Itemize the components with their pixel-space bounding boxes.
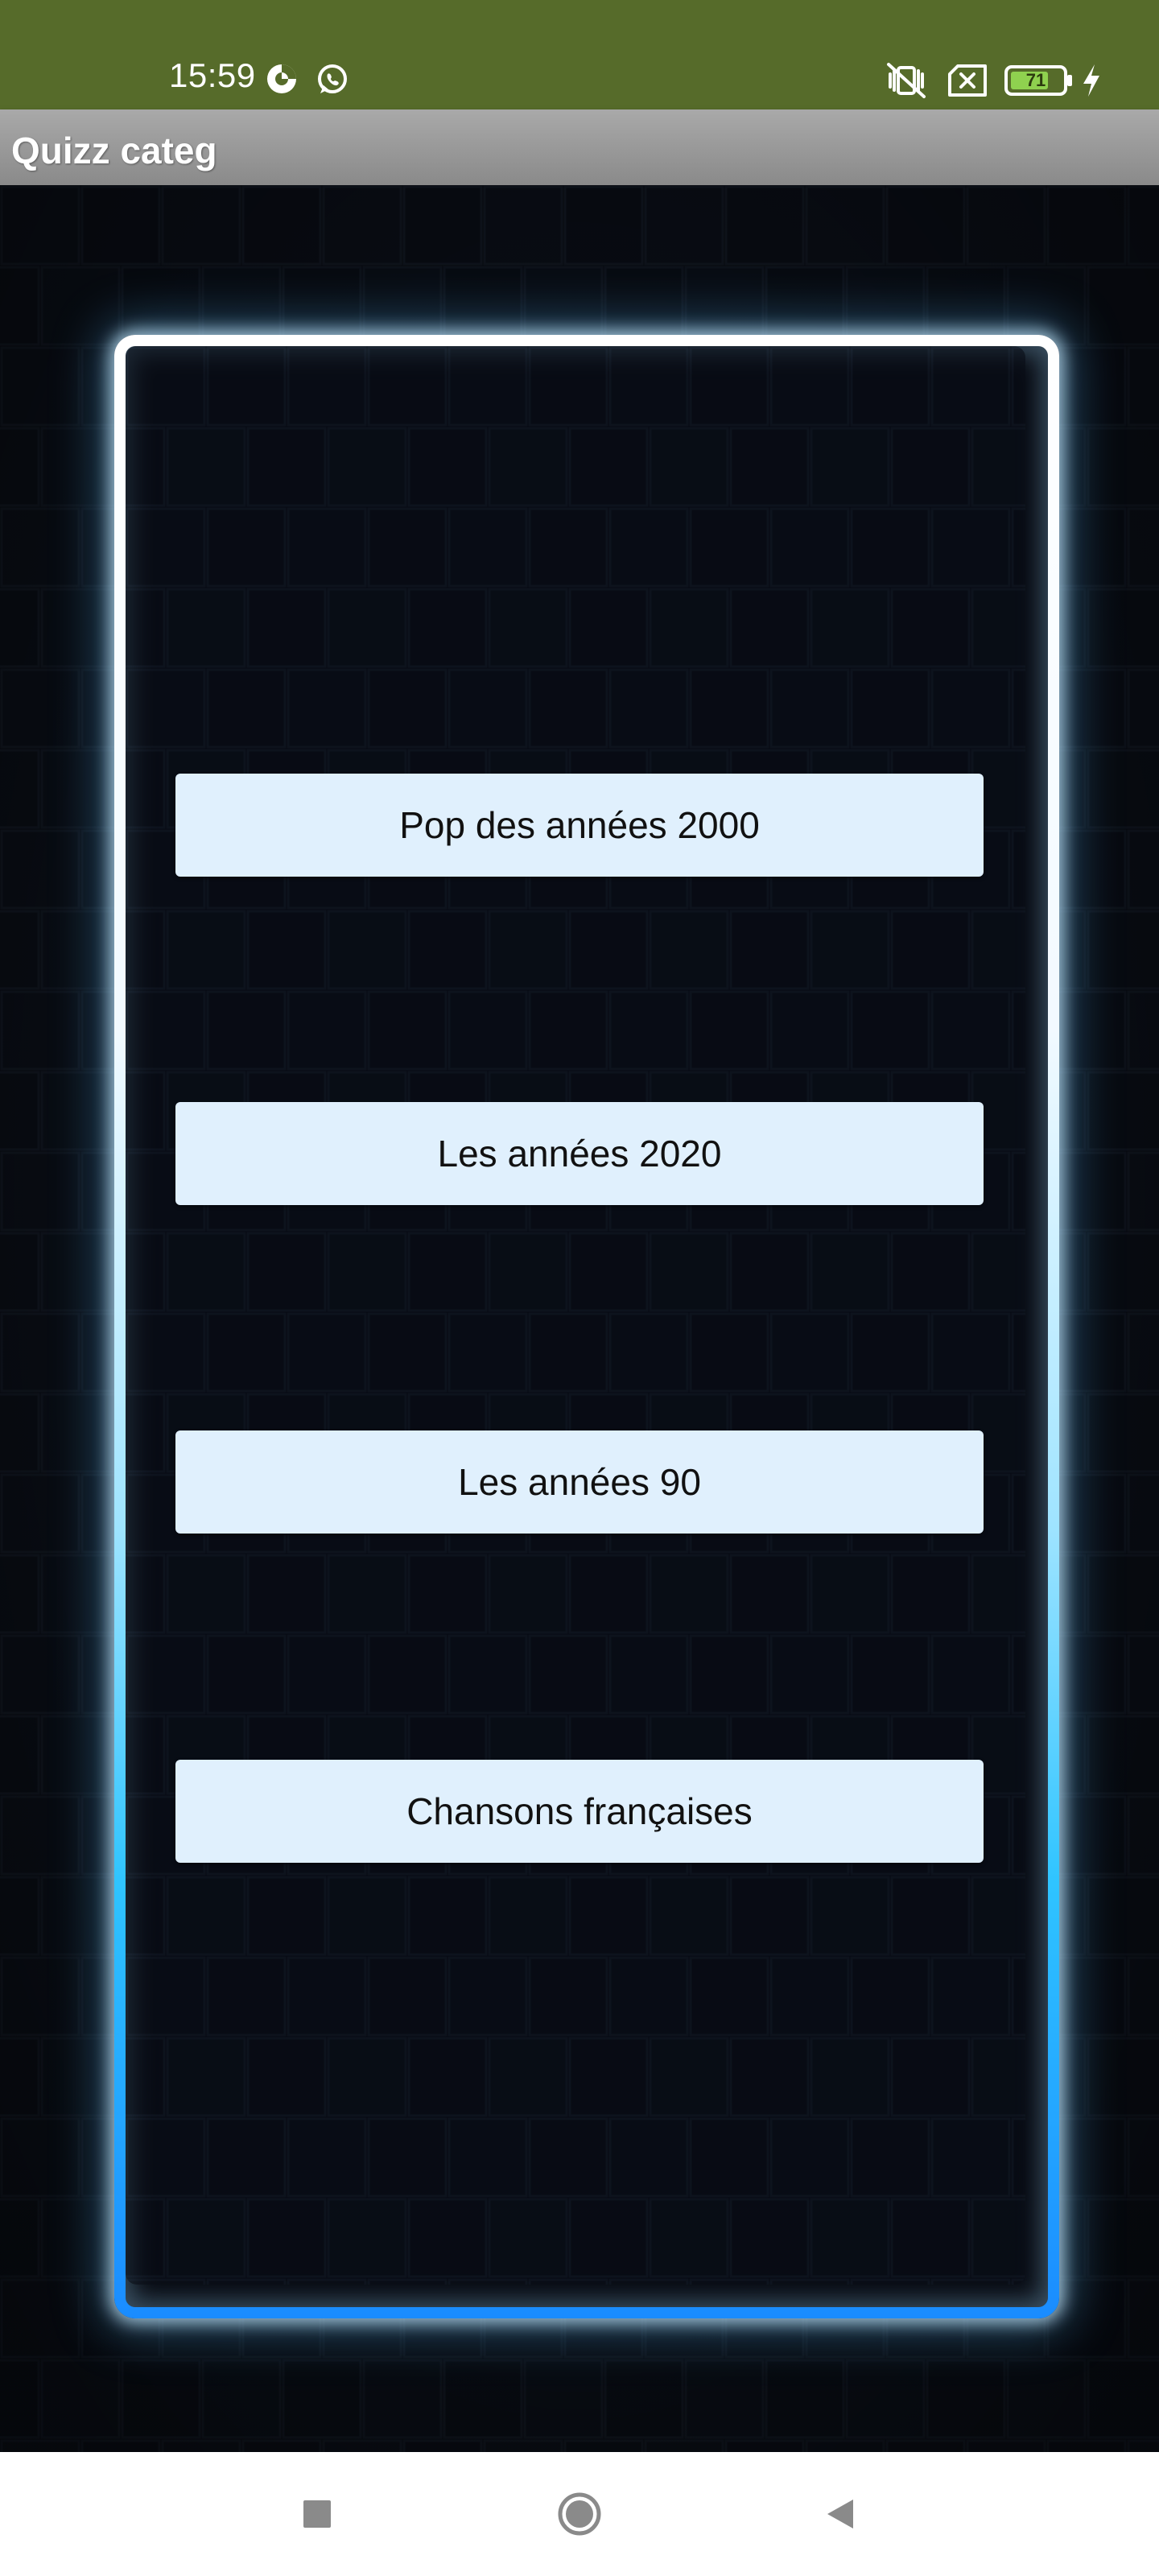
whatsapp-icon [316, 63, 349, 97]
battery-icon: 71 [1004, 64, 1074, 97]
category-button-90s[interactable]: Les années 90 [175, 1430, 984, 1534]
navigation-bar [0, 2452, 1159, 2576]
screen: 15:59 71 Quizz categ Pop des années 2000… [0, 0, 1159, 2576]
home-button[interactable] [531, 2452, 628, 2576]
category-button-chansons-francaises[interactable]: Chansons françaises [175, 1760, 984, 1863]
frame-inner-wall [126, 346, 1025, 2285]
no-sim-icon [947, 63, 988, 98]
recents-button[interactable] [269, 2452, 365, 2576]
page-title: Quizz categ [11, 130, 217, 171]
home-circle-icon [558, 2492, 601, 2536]
charging-bolt-icon [1080, 63, 1103, 98]
app-bar: Quizz categ [0, 109, 1159, 185]
data-saver-icon [266, 63, 298, 95]
category-button-2020[interactable]: Les années 2020 [175, 1102, 984, 1205]
status-time: 15:59 [169, 56, 256, 94]
back-triangle-icon [827, 2500, 853, 2529]
mute-vibrate-icon [884, 61, 929, 100]
back-button[interactable] [792, 2452, 889, 2576]
battery-level: 71 [1025, 70, 1046, 90]
recents-square-icon [303, 2500, 331, 2528]
category-button-pop-2000[interactable]: Pop des années 2000 [175, 774, 984, 877]
status-bar: 15:59 71 [0, 0, 1159, 109]
